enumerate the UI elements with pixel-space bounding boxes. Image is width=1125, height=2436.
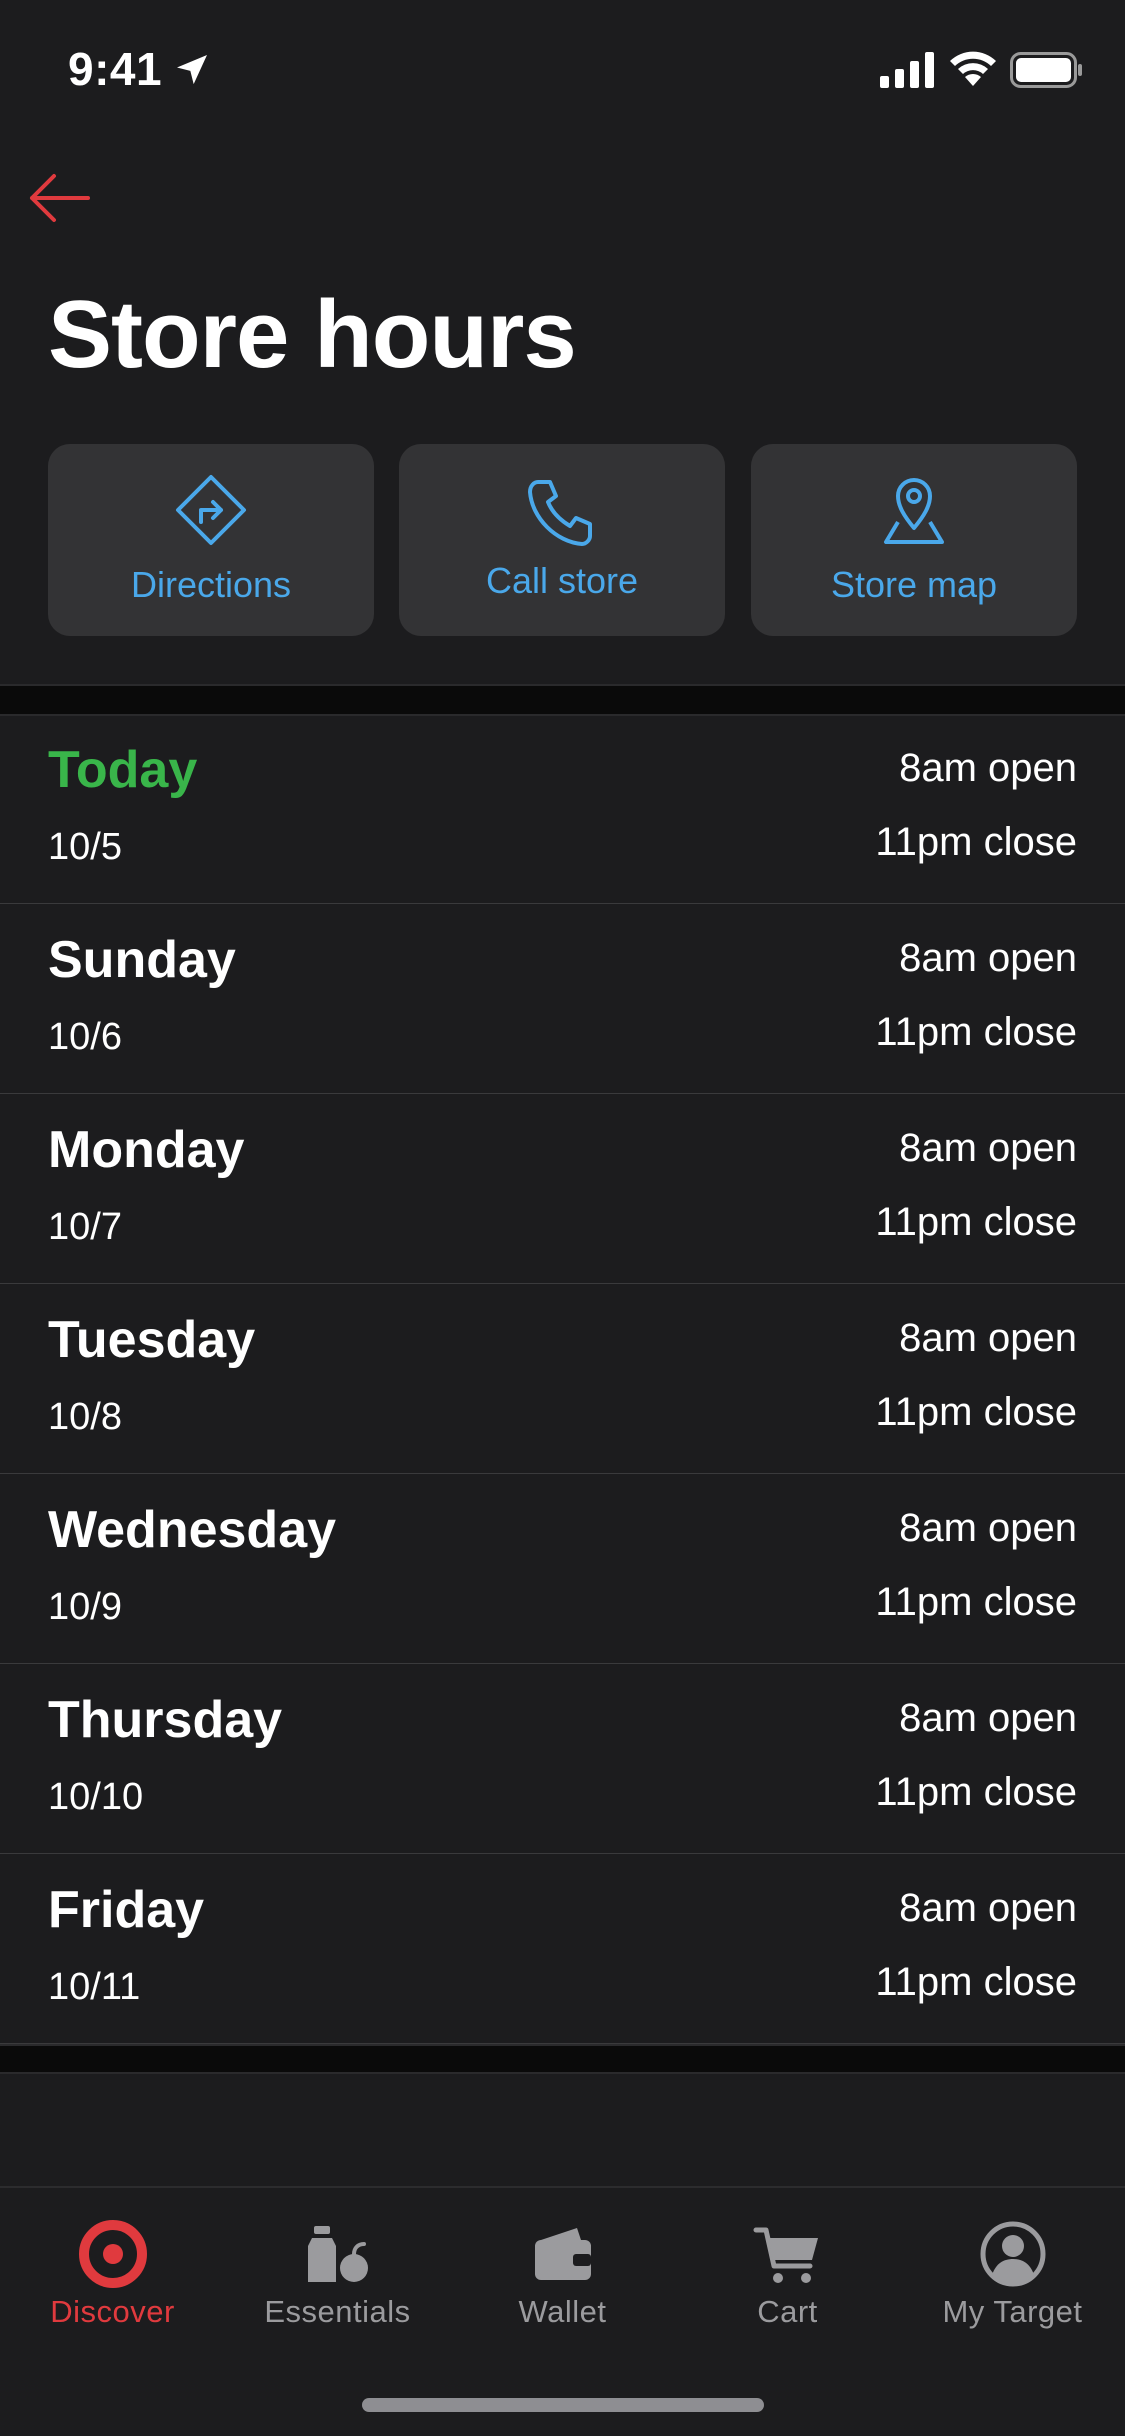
hours-row-thursday: Thursday 10/10 8am open 11pm close: [0, 1664, 1125, 1854]
day-name: Wednesday: [48, 1501, 337, 1559]
hours-row-today: Today 10/5 8am open 11pm close: [0, 714, 1125, 904]
call-store-button[interactable]: Call store: [399, 444, 725, 636]
tab-label: Discover: [50, 2294, 175, 2329]
hours-row-monday: Monday 10/7 8am open 11pm close: [0, 1094, 1125, 1284]
day-name: Sunday: [48, 931, 236, 989]
open-time: 8am open: [899, 1506, 1077, 1550]
phone-icon: [528, 480, 592, 546]
tab-essentials[interactable]: Essentials: [225, 2188, 450, 2368]
close-time: 11pm close: [875, 1770, 1077, 1814]
day-date: 10/7: [48, 1206, 122, 1248]
tab-label: Cart: [757, 2294, 818, 2329]
day-date: 10/11: [48, 1966, 141, 2008]
close-time: 11pm close: [875, 1200, 1077, 1244]
directions-label: Directions: [130, 564, 292, 605]
close-time: 11pm close: [875, 1390, 1077, 1434]
day-name: Monday: [48, 1121, 245, 1179]
day-date: 10/8: [48, 1396, 122, 1438]
status-time: 9:41: [68, 43, 163, 95]
tab-label: My Target: [942, 2294, 1083, 2329]
tab-wallet[interactable]: Wallet: [450, 2188, 675, 2368]
target-bullseye-icon: [78, 2220, 147, 2288]
day-name: Thursday: [48, 1691, 283, 1749]
store-map-label: Store map: [830, 564, 998, 605]
day-date: 10/5: [48, 826, 122, 868]
open-time: 8am open: [899, 936, 1077, 980]
close-time: 11pm close: [875, 1010, 1077, 1054]
profile-icon: [980, 2221, 1045, 2287]
open-time: 8am open: [899, 1316, 1077, 1360]
wifi-icon: [950, 51, 996, 86]
hours-row-friday: Friday 10/11 8am open 11pm close: [0, 1854, 1125, 2044]
hours-row-sunday: Sunday 10/6 8am open 11pm close: [0, 904, 1125, 1094]
tab-label: Wallet: [518, 2294, 607, 2329]
wallet-icon: [534, 2228, 591, 2280]
open-time: 8am open: [899, 1696, 1077, 1740]
day-name: Tuesday: [48, 1311, 256, 1369]
tab-label: Essentials: [264, 2294, 411, 2329]
map-pin-icon: [884, 478, 944, 544]
battery-icon: [1010, 52, 1082, 88]
open-time: 8am open: [899, 1126, 1077, 1170]
call-store-label: Call store: [485, 560, 639, 601]
hours-row-tuesday: Tuesday 10/8 8am open 11pm close: [0, 1284, 1125, 1474]
store-map-button[interactable]: Store map: [751, 444, 1077, 636]
section-divider: [0, 2044, 1125, 2074]
open-time: 8am open: [899, 746, 1077, 790]
close-time: 11pm close: [875, 820, 1077, 864]
home-indicator: [362, 2398, 764, 2412]
day-date: 10/6: [48, 1016, 122, 1058]
day-date: 10/10: [48, 1776, 144, 1818]
day-date: 10/9: [48, 1586, 122, 1628]
cart-icon: [753, 2227, 818, 2283]
store-actions: Directions Call store Store map: [48, 444, 1077, 636]
day-name: Friday: [48, 1881, 205, 1939]
section-divider: [0, 684, 1125, 716]
day-name: Today: [48, 741, 198, 799]
tab-discover[interactable]: Discover: [0, 2188, 225, 2368]
hours-row-wednesday: Wednesday 10/9 8am open 11pm close: [0, 1474, 1125, 1664]
store-hours-list: Today 10/5 8am open 11pm close Sunday 10…: [0, 714, 1125, 2044]
page-title: Store hours: [48, 281, 577, 388]
close-time: 11pm close: [875, 1580, 1077, 1624]
cellular-signal-icon: [880, 52, 934, 88]
essentials-icon: [307, 2226, 368, 2282]
status-bar: 9:41: [0, 0, 1125, 140]
directions-button[interactable]: Directions: [48, 444, 374, 636]
close-time: 11pm close: [875, 1960, 1077, 2004]
directions-icon: [176, 475, 246, 545]
location-arrow-icon: [177, 55, 207, 85]
back-arrow-icon[interactable]: [24, 168, 94, 228]
tab-my-target[interactable]: My Target: [900, 2188, 1125, 2368]
tab-cart[interactable]: Cart: [675, 2188, 900, 2368]
open-time: 8am open: [899, 1886, 1077, 1930]
